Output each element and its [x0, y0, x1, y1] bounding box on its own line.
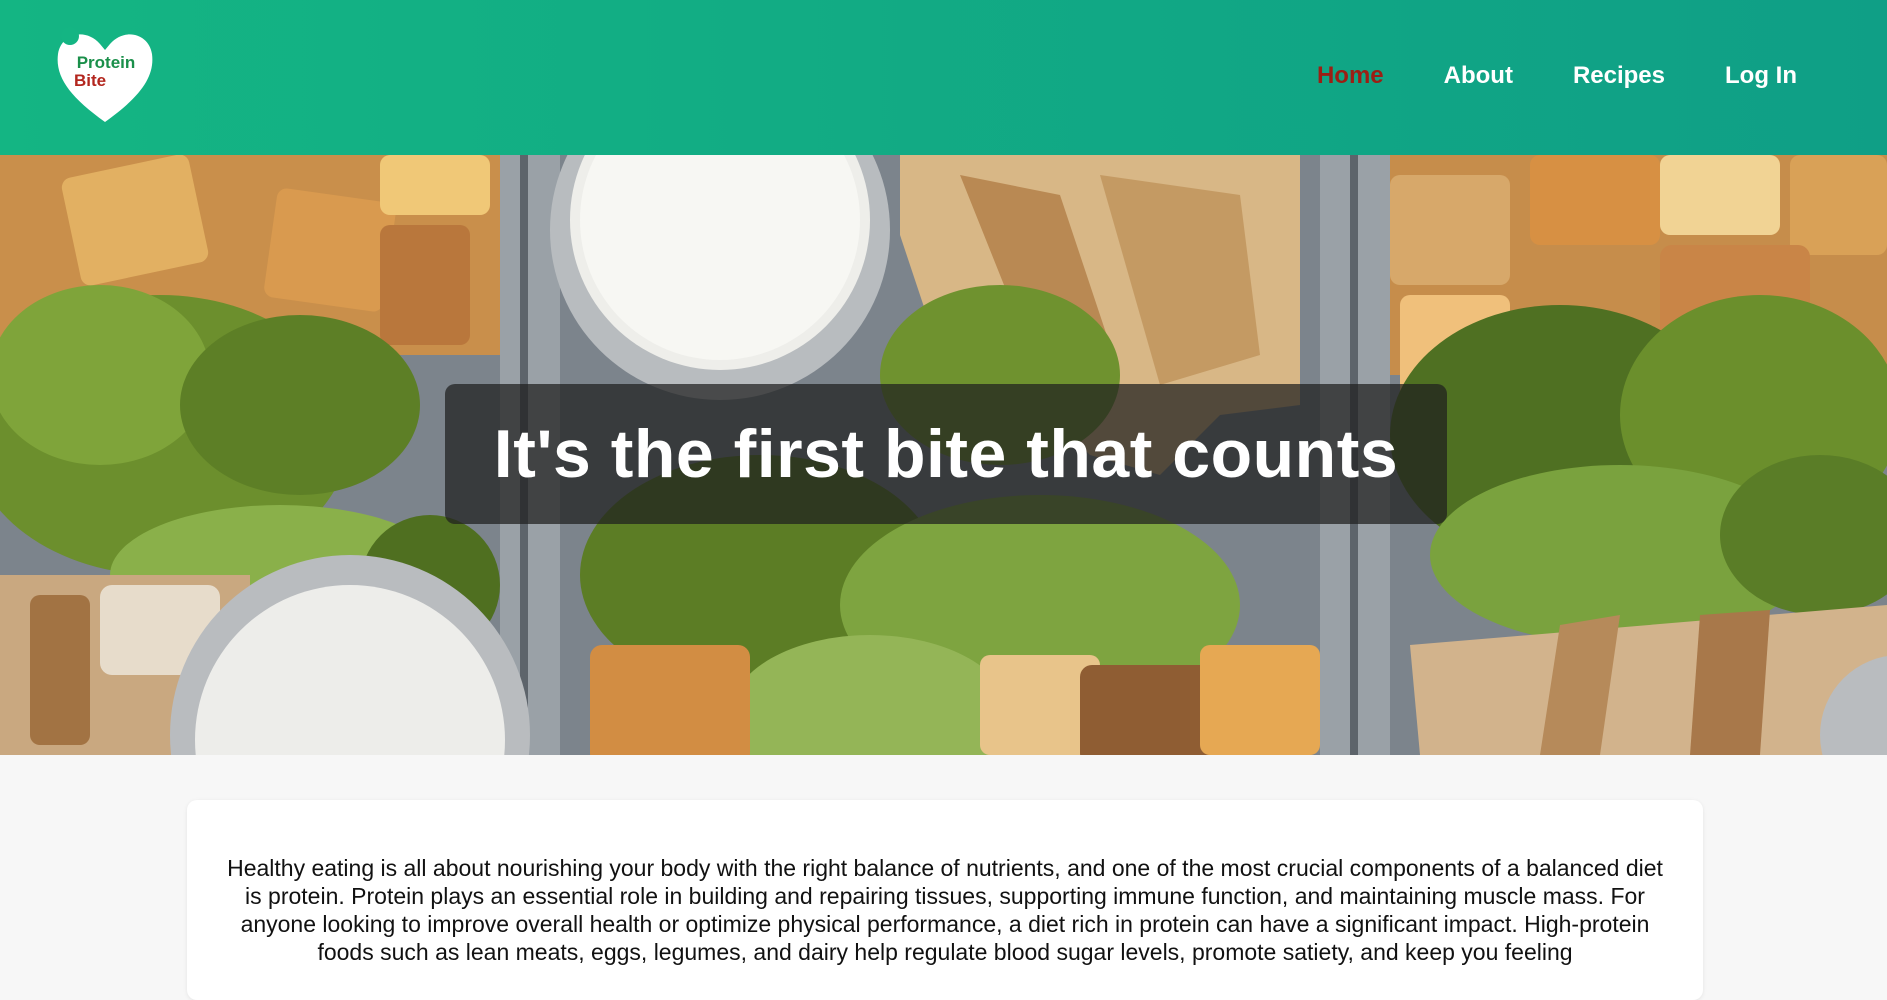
nav-recipes-link[interactable]: Recipes — [1573, 60, 1665, 92]
nav-about-link[interactable]: About — [1444, 60, 1513, 92]
intro-card: Healthy eating is all about nourishing y… — [187, 800, 1703, 1000]
logo-text-bite: Bite — [74, 71, 106, 90]
hero-banner: It's the first bite that counts — [0, 155, 1887, 755]
nav-home-link[interactable]: Home — [1317, 60, 1384, 92]
intro-paragraph: Healthy eating is all about nourishing y… — [227, 855, 1663, 965]
main-nav: Home About Recipes Log In — [1257, 60, 1797, 92]
protein-bite-logo[interactable]: Protein Bite — [50, 22, 160, 132]
hero-title: It's the first bite that counts — [493, 416, 1399, 492]
logo-text-protein: Protein — [77, 53, 136, 72]
heart-logo-icon: Protein Bite — [57, 27, 153, 122]
nav-login-link[interactable]: Log In — [1725, 60, 1797, 92]
site-header: Protein Bite Home About Recipes Log In — [0, 0, 1887, 155]
